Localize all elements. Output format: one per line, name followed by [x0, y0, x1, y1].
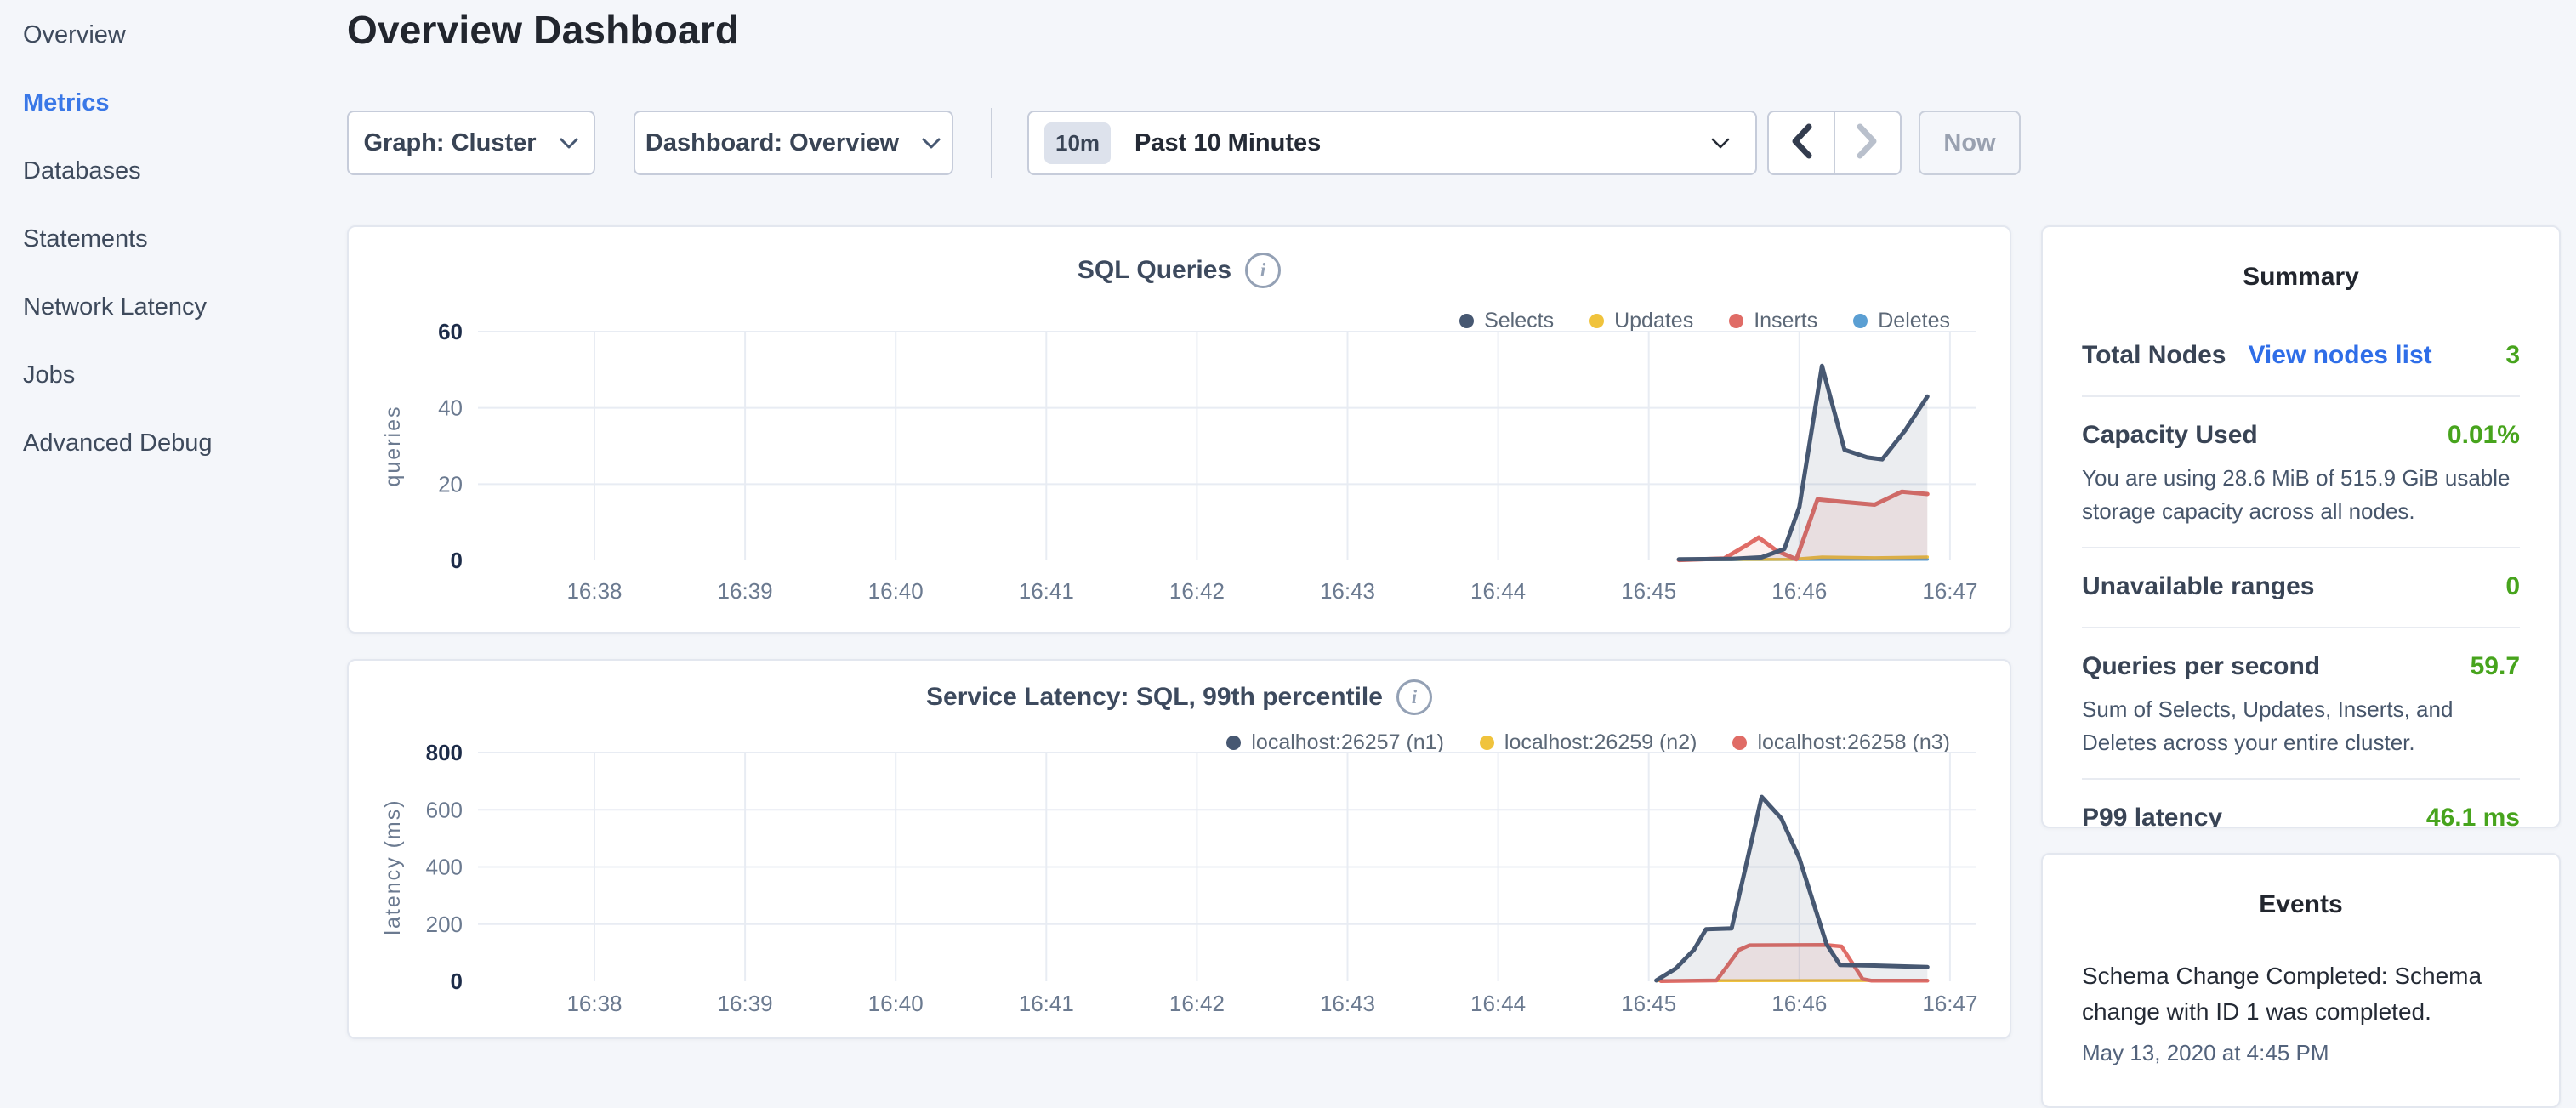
svg-text:20: 20	[438, 471, 463, 497]
view-nodes-list-link[interactable]: View nodes list	[2248, 341, 2431, 370]
right-column: Summary Total Nodes View nodes list 3 Capac…	[2041, 0, 2561, 1051]
svg-text:16:47: 16:47	[1922, 991, 1977, 1016]
chevron-right-icon	[1855, 122, 1880, 164]
chevron-down-icon	[1711, 138, 1730, 154]
service-latency-card: Service Latency: SQL, 99th percentile i …	[347, 659, 2011, 1039]
summary-row-description: You are using 28.6 MiB of 515.9 GiB usab…	[2082, 462, 2520, 528]
chevron-down-icon	[559, 137, 579, 150]
summary-panel: Summary Total Nodes View nodes list 3 Capac…	[2041, 225, 2561, 828]
svg-text:16:38: 16:38	[566, 578, 622, 604]
time-range-badge: 10m	[1044, 122, 1111, 164]
controls-divider	[991, 108, 992, 178]
summary-row-label: P99 latency	[2082, 804, 2222, 828]
summary-row: Total Nodes View nodes list 3	[2082, 341, 2520, 370]
sidebar-item-overview[interactable]: Overview	[23, 20, 340, 49]
summary-title: Summary	[2082, 263, 2520, 292]
svg-text:400: 400	[426, 855, 463, 880]
summary-divider	[2082, 778, 2520, 780]
service-latency-chart[interactable]: 16:38 16:39 16:40 16:41 16:42 16:43 16:44 16:45…	[349, 661, 2013, 1041]
svg-text:16:44: 16:44	[1470, 991, 1526, 1016]
summary-row-value: 59.7	[2471, 652, 2520, 681]
svg-text:16:43: 16:43	[1320, 578, 1375, 604]
summary-row: Queries per second 59.7	[2082, 652, 2520, 681]
sidebar-item-databases[interactable]: Databases	[23, 156, 340, 185]
svg-text:16:40: 16:40	[868, 991, 924, 1016]
svg-text:16:42: 16:42	[1169, 578, 1225, 604]
svg-text:16:43: 16:43	[1320, 991, 1375, 1016]
svg-text:16:47: 16:47	[1922, 578, 1977, 604]
svg-text:16:45: 16:45	[1621, 991, 1676, 1016]
summary-row-label: Queries per second	[2082, 652, 2320, 681]
svg-text:16:45: 16:45	[1621, 578, 1676, 604]
sql-queries-card: SQL Queries i SelectsUpdatesInsertsDelet…	[347, 225, 2011, 634]
sql-queries-chart[interactable]: 16:38 16:39 16:40 16:41 16:42 16:43 16:44 16:45…	[349, 227, 2013, 635]
events-title: Events	[2082, 890, 2520, 919]
svg-text:200: 200	[426, 912, 463, 937]
main-content: Overview Dashboard Graph: Cluster Dashbo…	[347, 0, 2011, 1051]
summary-row: Capacity Used 0.01%	[2082, 421, 2520, 450]
svg-text:0: 0	[451, 548, 463, 573]
graph-source-dropdown[interactable]: Graph: Cluster	[347, 111, 595, 175]
summary-row: P99 latency 46.1 ms	[2082, 804, 2520, 828]
svg-text:600: 600	[426, 797, 463, 822]
event-timestamp: May 13, 2020 at 4:45 PM	[2082, 1040, 2520, 1066]
svg-text:16:38: 16:38	[566, 991, 622, 1016]
svg-text:16:39: 16:39	[718, 991, 773, 1016]
summary-row-description: Sum of Selects, Updates, Inserts, and De…	[2082, 693, 2520, 759]
time-range-dropdown[interactable]: 10m Past 10 Minutes	[1027, 111, 1757, 175]
event-message[interactable]: Schema Change Completed: Schema change w…	[2082, 958, 2520, 1030]
chevron-left-icon	[1788, 122, 1814, 164]
summary-row-value: 46.1 ms	[2426, 804, 2520, 828]
dashboard-dropdown[interactable]: Dashboard: Overview	[634, 111, 953, 175]
sidebar: Overview Metrics Databases Statements Networ…	[0, 0, 340, 1051]
svg-text:16:41: 16:41	[1019, 578, 1074, 604]
svg-text:16:44: 16:44	[1470, 578, 1526, 604]
sidebar-item-jobs[interactable]: Jobs	[23, 361, 340, 389]
sidebar-item-statements[interactable]: Statements	[23, 224, 340, 253]
summary-row-value: 0.01%	[2448, 421, 2520, 450]
svg-text:16:46: 16:46	[1771, 578, 1827, 604]
svg-text:16:41: 16:41	[1019, 991, 1074, 1016]
page-title: Overview Dashboard	[347, 7, 739, 53]
svg-text:16:42: 16:42	[1169, 991, 1225, 1016]
time-step-forward-button[interactable]	[1834, 112, 1900, 173]
sidebar-item-metrics[interactable]: Metrics	[23, 88, 340, 117]
summary-divider	[2082, 547, 2520, 548]
summary-row-value: 0	[2505, 572, 2520, 601]
chevron-down-icon	[921, 137, 941, 150]
svg-text:40: 40	[438, 395, 463, 421]
svg-text:800: 800	[426, 740, 463, 765]
summary-divider	[2082, 627, 2520, 628]
time-step-back-button[interactable]	[1769, 112, 1834, 173]
summary-row-label: Capacity Used	[2082, 421, 2258, 450]
svg-text:0: 0	[451, 969, 463, 994]
now-button-label: Now	[1943, 129, 1995, 157]
summary-row-label: Total Nodes	[2082, 341, 2226, 370]
summary-row-label: Unavailable ranges	[2082, 572, 2314, 601]
dashboard-dropdown-label: Dashboard: Overview	[645, 129, 899, 157]
graph-source-dropdown-label: Graph: Cluster	[363, 129, 536, 157]
summary-divider	[2082, 395, 2520, 397]
summary-row-value: 3	[2505, 341, 2520, 370]
svg-text:latency (ms): latency (ms)	[381, 798, 405, 935]
events-panel: Events Schema Change Completed: Schema c…	[2041, 853, 2561, 1108]
time-step-buttons	[1767, 111, 1902, 175]
svg-text:60: 60	[438, 319, 463, 344]
now-button[interactable]: Now	[1919, 111, 2021, 175]
time-range-label: Past 10 Minutes	[1134, 129, 1321, 157]
svg-text:16:46: 16:46	[1771, 991, 1827, 1016]
svg-text:queries: queries	[381, 406, 405, 487]
svg-text:16:39: 16:39	[718, 578, 773, 604]
controls-bar: Graph: Cluster Dashboard: Overview 10m P…	[347, 111, 2011, 175]
summary-row: Unavailable ranges 0	[2082, 572, 2520, 601]
sidebar-item-network-latency[interactable]: Network Latency	[23, 293, 340, 321]
svg-text:16:40: 16:40	[868, 578, 924, 604]
sidebar-item-advanced-debug[interactable]: Advanced Debug	[23, 429, 340, 457]
